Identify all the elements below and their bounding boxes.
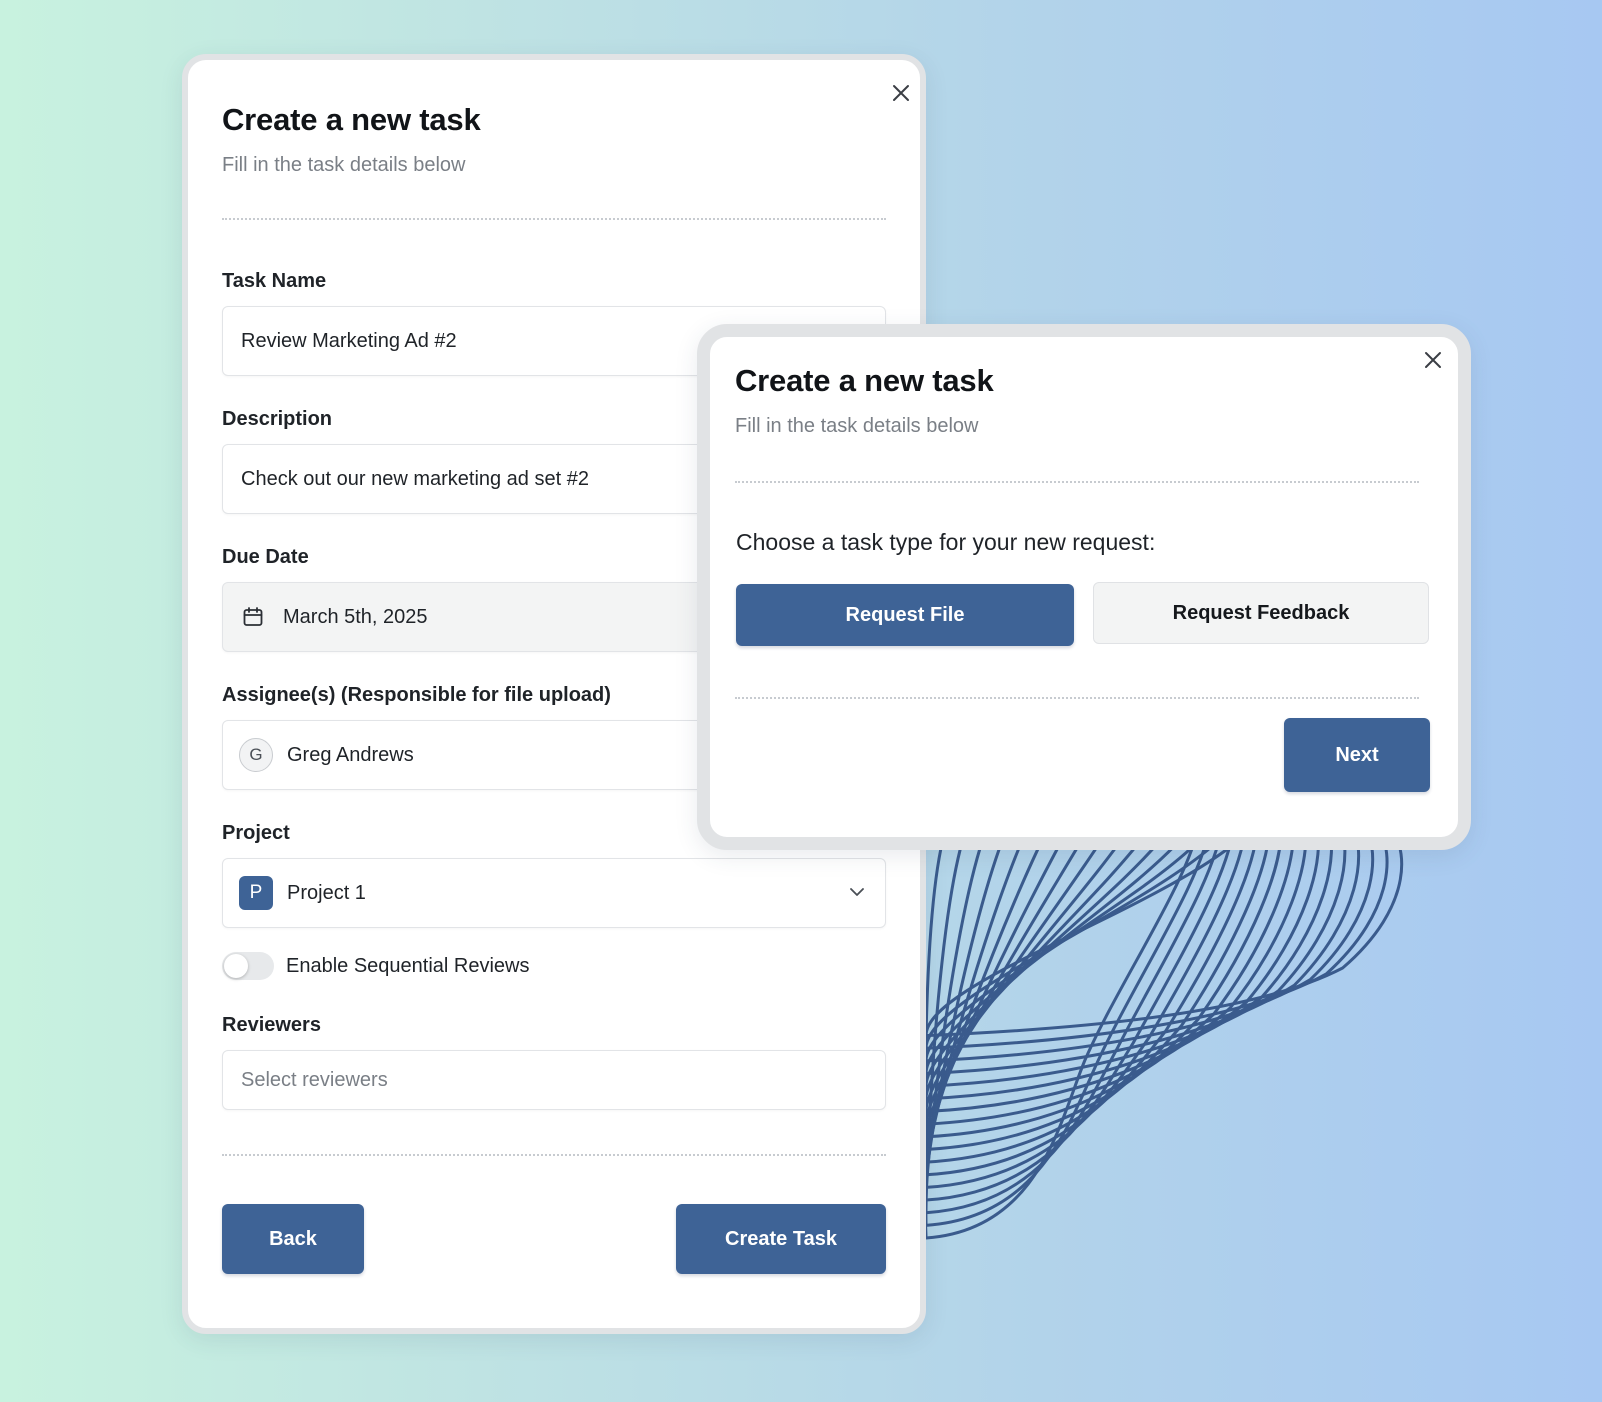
description-value: Check out our new marketing ad set #2 [241, 467, 589, 490]
description-label: Description [222, 408, 333, 430]
project-select[interactable]: P Project 1 [222, 858, 886, 928]
avatar: G [239, 738, 273, 772]
next-button[interactable]: Next [1284, 718, 1430, 792]
sequential-reviews-toggle[interactable] [222, 952, 274, 980]
task-type-question: Choose a task type for your new request: [736, 529, 1156, 555]
request-feedback-button[interactable]: Request Feedback [1093, 582, 1429, 644]
task-name-label: Task Name [222, 270, 327, 292]
dialog-title: Create a new task [735, 363, 994, 398]
toggle-knob [224, 954, 248, 978]
close-dialog-button[interactable] [1420, 347, 1446, 373]
close-icon [1425, 352, 1441, 368]
dialog-subtitle: Fill in the task details below [735, 415, 979, 437]
request-file-button[interactable]: Request File [736, 584, 1074, 646]
form-subtitle: Fill in the task details below [222, 154, 466, 176]
divider [222, 218, 886, 220]
assignee-name: Greg Andrews [287, 743, 414, 766]
project-badge: P [239, 876, 273, 910]
due-date-label: Due Date [222, 546, 309, 568]
reviewers-input[interactable]: Select reviewers [222, 1050, 886, 1110]
back-button[interactable]: Back [222, 1204, 364, 1274]
reviewers-placeholder: Select reviewers [241, 1068, 388, 1091]
due-date-value: March 5th, 2025 [283, 605, 428, 628]
task-name-value: Review Marketing Ad #2 [241, 329, 457, 352]
chevron-down-icon [847, 882, 867, 908]
project-label: Project [222, 822, 290, 844]
task-type-dialog: Create a new task Fill in the task detai… [697, 324, 1471, 850]
reviewers-label: Reviewers [222, 1014, 321, 1036]
divider [735, 481, 1419, 483]
create-task-button[interactable]: Create Task [676, 1204, 886, 1274]
assignees-label: Assignee(s) (Responsible for file upload… [222, 684, 611, 706]
divider [735, 697, 1419, 699]
calendar-icon [237, 601, 269, 633]
sequential-reviews-label: Enable Sequential Reviews [286, 955, 530, 977]
wave-line [924, 819, 1295, 1139]
divider [222, 1154, 886, 1156]
close-icon [893, 85, 909, 101]
form-title: Create a new task [222, 102, 481, 137]
close-form-button[interactable] [888, 80, 914, 106]
project-value: Project 1 [287, 881, 366, 904]
